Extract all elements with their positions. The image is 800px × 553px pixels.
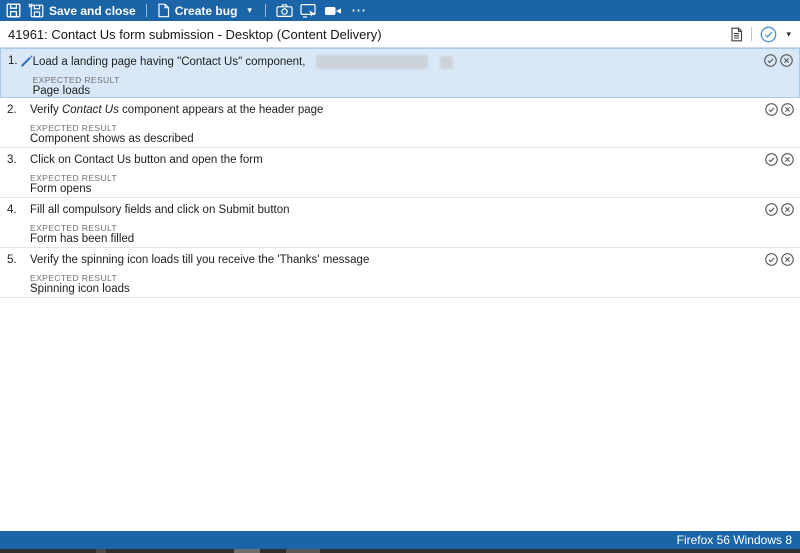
step-action: Click on Contact Us button and open the … — [30, 154, 263, 166]
step-action: Verify the spinning icon loads till you … — [30, 254, 370, 266]
step-number: 5. — [7, 254, 17, 266]
new-document-icon — [157, 3, 170, 18]
step-number: 2. — [7, 104, 17, 116]
environment-label: Firefox 56 Windows 8 — [676, 533, 792, 547]
step-action: Fill all compulsory fields and click on … — [30, 204, 290, 216]
step-action-text: Verify — [30, 104, 62, 116]
more-options-icon[interactable]: ⋯ — [349, 3, 369, 18]
create-bug-button[interactable]: Create bug — [157, 3, 238, 18]
step-number: 1. — [8, 55, 18, 67]
step-action: Verify Contact Us component appears at t… — [30, 104, 800, 117]
step-pass-icon[interactable] — [765, 253, 778, 266]
expected-result-text: Form has been filled — [30, 233, 135, 245]
save-icon[interactable] — [6, 3, 21, 18]
test-case-title: 41961: Contact Us form submission - Desk… — [8, 26, 382, 42]
step-fail-icon[interactable] — [781, 153, 794, 166]
step-fail-icon[interactable] — [780, 54, 793, 67]
edit-pencil-icon[interactable] — [20, 54, 33, 67]
step-fail-icon[interactable] — [781, 203, 794, 216]
test-case-details-icon[interactable] — [730, 27, 743, 42]
expected-result-text: Page loads — [32, 85, 91, 98]
create-bug-dropdown-caret-icon[interactable]: ▾ — [244, 4, 255, 17]
step-number: 3. — [7, 154, 17, 166]
expected-result-label: EXPECTED RESULT — [30, 223, 118, 233]
title-bar: 41961: Contact Us form submission - Desk… — [0, 21, 800, 48]
step-fail-icon[interactable] — [781, 253, 794, 266]
test-step-row-1[interactable]: 1. Load a landing page having "Contact U… — [0, 48, 800, 98]
outcome-dropdown-caret-icon[interactable]: ▾ — [785, 28, 792, 41]
status-bar: Firefox 56 Windows 8 — [0, 531, 800, 549]
save-and-close-label: Save and close — [49, 3, 136, 18]
expected-result-text: Spinning icon loads — [30, 283, 130, 295]
step-pass-icon[interactable] — [765, 153, 778, 166]
step-fail-icon[interactable] — [781, 103, 794, 116]
background-page-sliver — [0, 549, 800, 553]
expected-result-label: EXPECTED RESULT — [32, 75, 120, 86]
toolbar-divider — [264, 4, 266, 17]
step-pass-icon[interactable] — [765, 203, 778, 216]
title-divider — [751, 27, 753, 41]
step-pass-icon[interactable] — [764, 54, 777, 67]
expected-result-text: Form opens — [30, 183, 92, 195]
step-action-italic-text: Contact Us — [61, 104, 119, 116]
save-and-close-icon — [28, 3, 44, 18]
redacted-text-blob — [315, 55, 428, 69]
toolbar-divider — [145, 4, 147, 17]
mark-outcome-pass-icon[interactable] — [760, 26, 777, 43]
step-action-text: component appears at the header page — [118, 104, 324, 116]
save-and-close-button[interactable]: Save and close — [28, 3, 136, 18]
toolbar: Save and close Create bug ▾ ⋯ — [0, 0, 800, 21]
screenshot-camera-icon[interactable] — [276, 3, 293, 18]
step-pass-icon[interactable] — [765, 103, 778, 116]
expected-result-label: EXPECTED RESULT — [30, 273, 118, 283]
expected-result-label: EXPECTED RESULT — [30, 123, 118, 133]
test-step-row-4[interactable]: 4. Fill all compulsory fields and click … — [0, 198, 800, 248]
test-step-row-5[interactable]: 5. Verify the spinning icon loads till y… — [0, 248, 800, 298]
screen-recording-icon[interactable] — [324, 5, 342, 17]
create-bug-label: Create bug — [174, 3, 238, 18]
step-action-text: Load a landing page having "Contact Us" … — [32, 56, 306, 69]
test-step-row-3[interactable]: 3. Click on Contact Us button and open t… — [0, 148, 800, 198]
test-steps-list: 1. Load a landing page having "Contact U… — [0, 48, 800, 531]
test-step-row-2[interactable]: 2. Verify Contact Us component appears a… — [0, 98, 800, 148]
expected-result-label: EXPECTED RESULT — [30, 173, 118, 183]
step-action: Load a landing page having "Contact Us" … — [33, 55, 799, 69]
step-number: 4. — [7, 204, 17, 216]
screen-capture-icon[interactable] — [300, 3, 317, 18]
expected-result-text: Component shows as described — [30, 133, 194, 145]
test-runner-window: Save and close Create bug ▾ ⋯ 41961: Con… — [0, 0, 800, 553]
redacted-text-blob — [439, 55, 453, 69]
